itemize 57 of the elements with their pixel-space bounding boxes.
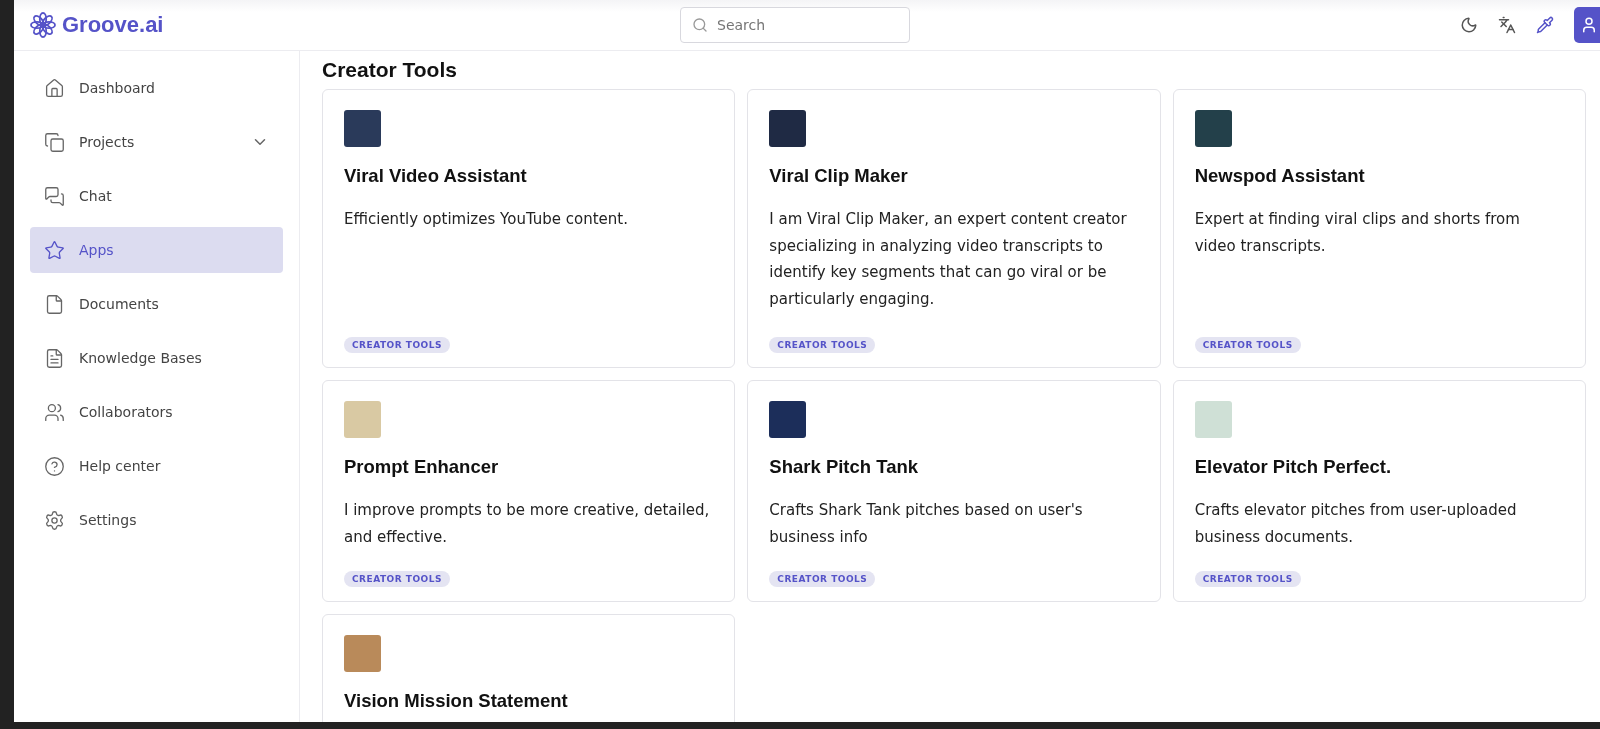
sidebar-item[interactable]: Settings [30,497,283,543]
brand-name[interactable]: Groove.ai [62,12,164,38]
category-tag: CREATOR TOOLS [344,571,450,587]
document-text-icon [44,347,65,369]
app-description: Efficiently optimizes YouTube content. [344,209,629,230]
translate-icon [1498,16,1516,34]
copy-icon [44,131,65,153]
flower-logo-icon [30,12,56,38]
app-card[interactable]: Prompt Enhancer I improve prompts to be more creative, detailed, and effective. CREATOR TOOLS [322,380,736,602]
sidebar-item[interactable]: Documents [30,281,283,327]
sidebar-item[interactable]: Help center [30,443,283,489]
app-name: Vision Mission Statement [344,690,569,712]
sidebar-item[interactable]: Dashboard [30,65,283,111]
dark-mode-button[interactable] [1460,16,1478,34]
sidebar-item[interactable]: Knowledge Bases [30,335,283,381]
app-name: Newspod Assistant [1194,165,1366,187]
language-button[interactable] [1498,16,1516,34]
sidebar-item[interactable]: Chat [30,173,283,219]
category-tag: CREATOR TOOLS [1194,337,1301,353]
category-tag: CREATOR TOOLS [344,337,450,353]
app-card[interactable]: Shark Pitch Tank Crafts Shark Tank pitches based on user's business info CREATOR TOOLS [747,380,1161,602]
section-title: Creator Tools [322,57,458,83]
app-name: Elevator Pitch Perfect. [1194,456,1393,478]
pipette-button[interactable] [1536,16,1554,34]
app-description: Expert at finding viral clips and shorts from video transcripts. [1194,209,1521,257]
app-description: Crafts Shark Tank pitches based on user's business info [769,500,1084,548]
chat-icon [44,185,65,207]
moon-icon [1460,16,1478,34]
star-icon [44,239,65,261]
app-card[interactable]: Viral Clip Maker I am Viral Clip Maker, an expert content creator specializing in analyzing video transcripts to identify key segments that can go viral or be particularly engaging. CREATOR TOOLS [747,89,1161,368]
app-name: Viral Clip Maker [769,165,909,187]
app-card[interactable]: Viral Video Assistant Efficiently optimizes YouTube content. CREATOR TOOLS [322,89,736,368]
app-name: Shark Pitch Tank [769,456,920,478]
user-icon [1580,16,1598,34]
user-avatar-button[interactable] [1574,7,1600,43]
category-tag: CREATOR TOOLS [769,571,876,587]
category-tag: CREATOR TOOLS [1194,571,1301,587]
app-description: I am Viral Clip Maker, an expert content creator specializing in analyzing video transcripts to identify key segments that can go viral or be particularly engaging. [769,209,1128,310]
app-card[interactable]: Newspod Assistant Expert at finding viral clips and shorts from video transcripts. CREATOR TOOLS [1172,89,1586,368]
sidebar-item[interactable]: Projects [30,119,283,165]
search-field[interactable]: Search [680,7,910,43]
help-icon [44,455,65,477]
settings-icon [44,509,65,531]
home-icon [44,77,65,99]
search-icon [692,17,708,33]
app-description: Crafts elevator pitches from user-uploaded business documents. [1194,500,1518,548]
app-card[interactable]: Elevator Pitch Perfect. Crafts elevator pitches from user-uploaded business documents. CREATOR TOOLS [1172,380,1586,602]
people-icon [44,401,65,423]
document-icon [44,293,65,315]
app-card[interactable]: Vision Mission Statement [322,614,736,722]
app-description: I improve prompts to be more creative, detailed, and effective. [344,500,711,548]
sidebar-item[interactable]: Collaborators [30,389,283,435]
app-name: Viral Video Assistant [344,165,528,187]
pipette-icon [1536,16,1554,34]
app-name: Prompt Enhancer [344,456,500,478]
sidebar-item[interactable]: Apps [30,227,283,273]
category-tag: CREATOR TOOLS [769,337,876,353]
